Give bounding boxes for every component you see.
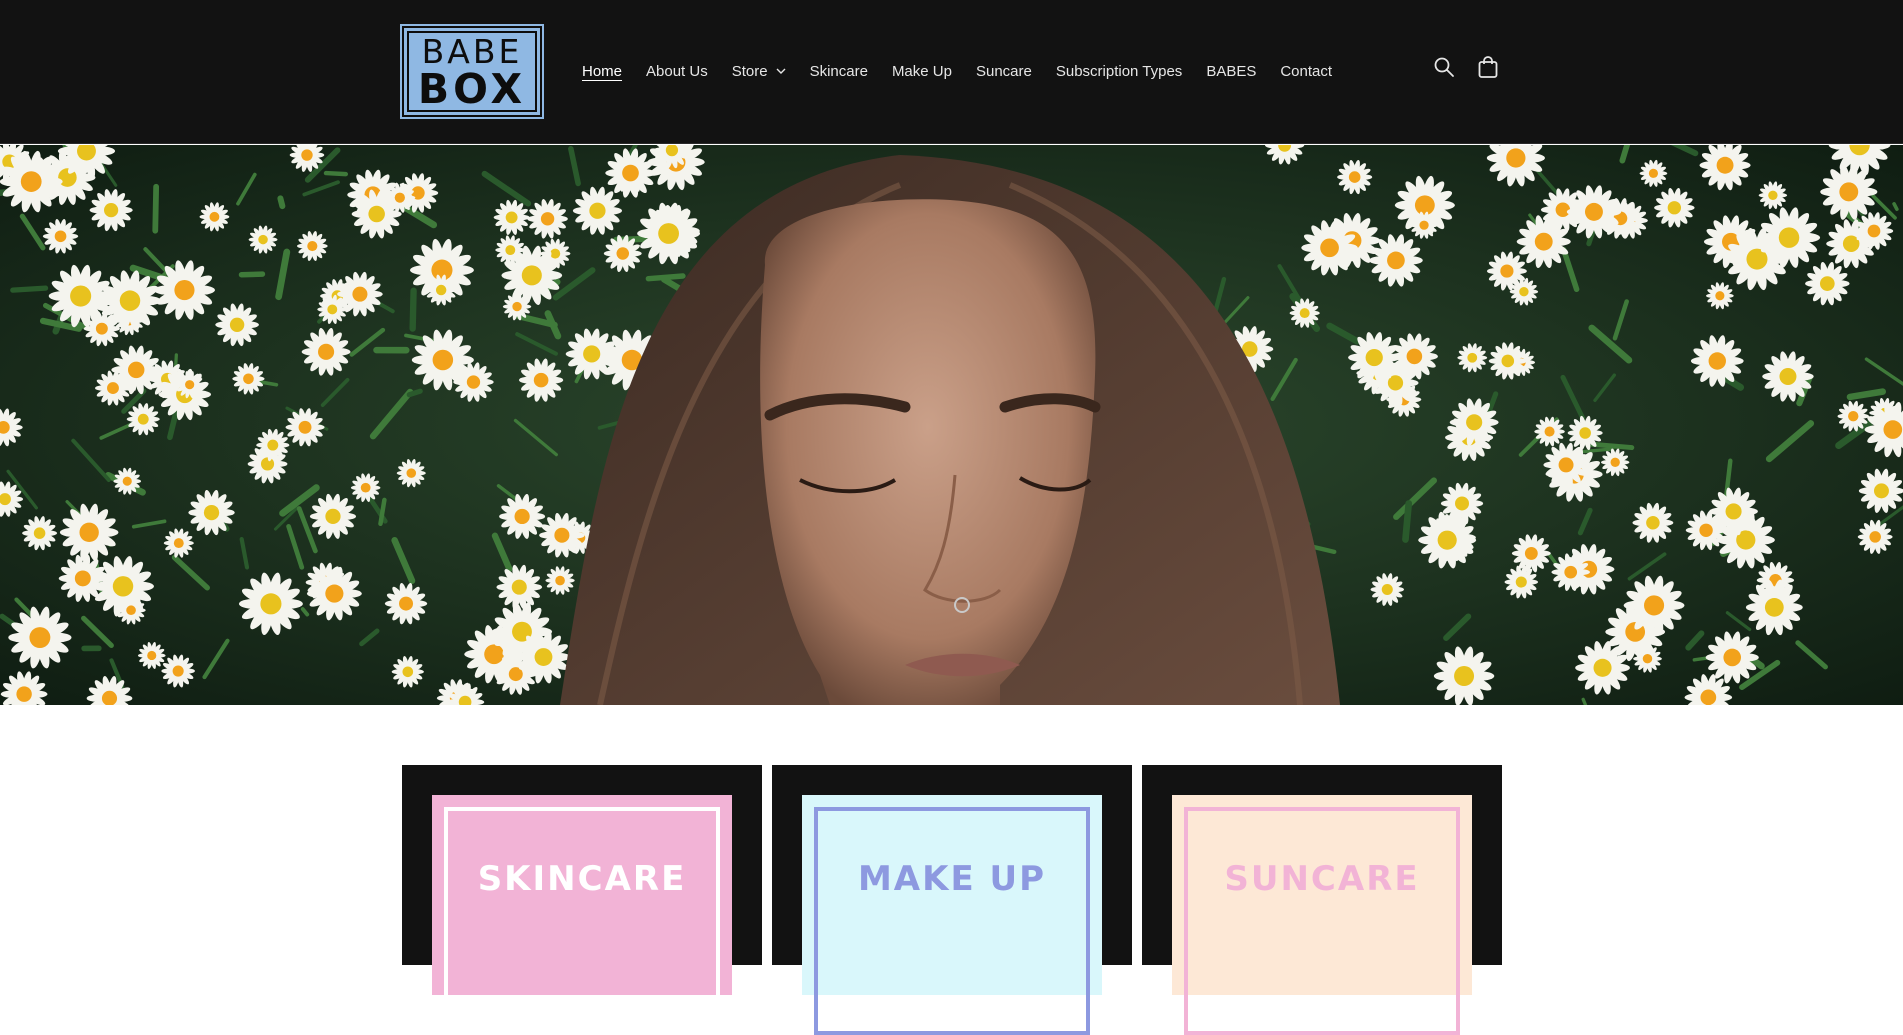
- collection-title: MAKE UP: [802, 859, 1102, 899]
- collection-card-make-up[interactable]: MAKE UP: [772, 765, 1132, 965]
- logo-line-1: BABE: [422, 35, 523, 69]
- collection-image-skincare: SKINCARE: [432, 795, 732, 995]
- collection-card-suncare[interactable]: SUNCARE: [1142, 765, 1502, 965]
- nav-contact[interactable]: Contact: [1268, 63, 1344, 80]
- search-icon: [1433, 56, 1455, 78]
- collection-title: SUNCARE: [1172, 859, 1472, 899]
- site-logo[interactable]: BABE BOX: [402, 26, 542, 117]
- card-frame: [444, 807, 720, 1035]
- nav-store-label: Store: [732, 63, 768, 80]
- collection-image-make-up: MAKE UP: [802, 795, 1102, 995]
- hero-image: [0, 145, 1903, 705]
- site-header: BABE BOX Home About Us Store Skincare Ma…: [0, 0, 1903, 144]
- hero-banner: [0, 145, 1903, 705]
- collection-title: SKINCARE: [432, 859, 732, 899]
- cart-button[interactable]: [1477, 55, 1499, 79]
- nav-about-us[interactable]: About Us: [634, 63, 720, 80]
- nav-store[interactable]: Store: [720, 63, 798, 80]
- nav-babes[interactable]: BABES: [1194, 63, 1268, 80]
- nav-subscription-types[interactable]: Subscription Types: [1044, 63, 1194, 80]
- card-frame: [814, 807, 1090, 1035]
- nav-make-up[interactable]: Make Up: [880, 63, 964, 80]
- nav-home[interactable]: Home: [570, 63, 634, 80]
- collection-image-suncare: SUNCARE: [1172, 795, 1472, 995]
- logo-line-2: BOX: [418, 69, 526, 109]
- nav-suncare[interactable]: Suncare: [964, 63, 1044, 80]
- header-icons: [1433, 55, 1499, 79]
- cart-icon: [1477, 55, 1499, 79]
- chevron-down-icon: [776, 66, 786, 76]
- search-button[interactable]: [1433, 55, 1455, 79]
- collection-card-skincare[interactable]: SKINCARE: [402, 765, 762, 965]
- card-frame: [1184, 807, 1460, 1035]
- collection-list: SKINCARE MAKE UP SUNCARE: [402, 765, 1502, 965]
- main-nav: Home About Us Store Skincare Make Up Sun…: [570, 56, 1344, 86]
- nav-skincare[interactable]: Skincare: [798, 63, 880, 80]
